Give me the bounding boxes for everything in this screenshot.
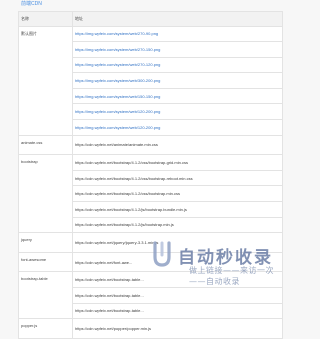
table-header-row: 名称 地址 <box>18 11 283 27</box>
url-text[interactable]: https://cdn.wpfeix.net/bootstrap/4.1.2/c… <box>72 169 283 187</box>
column-header-url: 地址 <box>72 11 283 27</box>
page-title: 前端CDN <box>21 1 42 7</box>
url-link[interactable]: https://img.wpfeix.com/system/web/270-15… <box>72 41 283 58</box>
table-row: animate.css https://cdn.wpfeix.net/anima… <box>18 134 283 156</box>
name-cell: popper.js <box>18 318 73 339</box>
url-link[interactable]: https://img.wpfeix.com/system/web/270-12… <box>72 56 283 74</box>
url-text[interactable]: https://cdn.wpfeix.net/bootstrap/4.1.2/c… <box>72 154 283 171</box>
table-row: bootstrap https://cdn.wpfeix.net/bootstr… <box>18 154 283 234</box>
name-cell: bootstrap-table <box>18 271 73 320</box>
table-row: popper.js https://cdn.wpfeix.net/popper/… <box>18 318 283 339</box>
url-text[interactable]: https://cdn.wpfeix.net/bootstrap/4.1.2/c… <box>72 185 283 203</box>
name-cell: bootstrap <box>18 154 73 234</box>
watermark: 自动秒收录 做上链接——来访一次——自动收录 <box>150 238 290 286</box>
name-cell: animate.css <box>18 134 73 156</box>
url-link[interactable]: https://img.wpfeix.com/system/web/120-20… <box>72 103 283 121</box>
column-header-name: 名称 <box>18 11 73 27</box>
url-link[interactable]: https://img.wpfeix.com/system/web/300-20… <box>72 72 283 89</box>
url-text[interactable]: https://cdn.wpfeix.net/popper/popper.min… <box>72 318 283 339</box>
watermark-slogan: 做上链接——来访一次——自动收录 <box>189 266 274 286</box>
url-text[interactable]: https://cdn.wpfeix.net/bootstrap/4.1.2/j… <box>72 216 283 234</box>
brand-logo-icon <box>153 241 171 267</box>
table-row: 默认图片 https://img.wpfeix.com/system/web/2… <box>18 25 283 136</box>
url-text[interactable]: https://cdn.wpfeix.net/bootstrap-table..… <box>72 287 283 304</box>
table-body: 默认图片 https://img.wpfeix.com/system/web/2… <box>18 25 283 339</box>
url-link[interactable]: https://img.wpfeix.com/system/web/270-90… <box>72 25 283 43</box>
url-text[interactable]: https://cdn.wpfeix.net/animate/animate.m… <box>72 134 283 156</box>
url-text[interactable]: https://cdn.wpfeix.net/bootstrap-table..… <box>72 302 283 320</box>
url-link[interactable]: https://img.wpfeix.com/system/web/150-15… <box>72 87 283 105</box>
cdn-table: 名称 地址 默认图片 https://img.wpfeix.com/system… <box>18 11 283 339</box>
url-link[interactable]: https://img.wpfeix.com/system/web/120-20… <box>72 119 283 136</box>
name-cell: jquery <box>18 232 73 253</box>
name-cell: 默认图片 <box>18 25 73 136</box>
name-cell: font-awesome <box>18 251 73 273</box>
url-text[interactable]: https://cdn.wpfeix.net/bootstrap/4.1.2/j… <box>72 201 283 218</box>
